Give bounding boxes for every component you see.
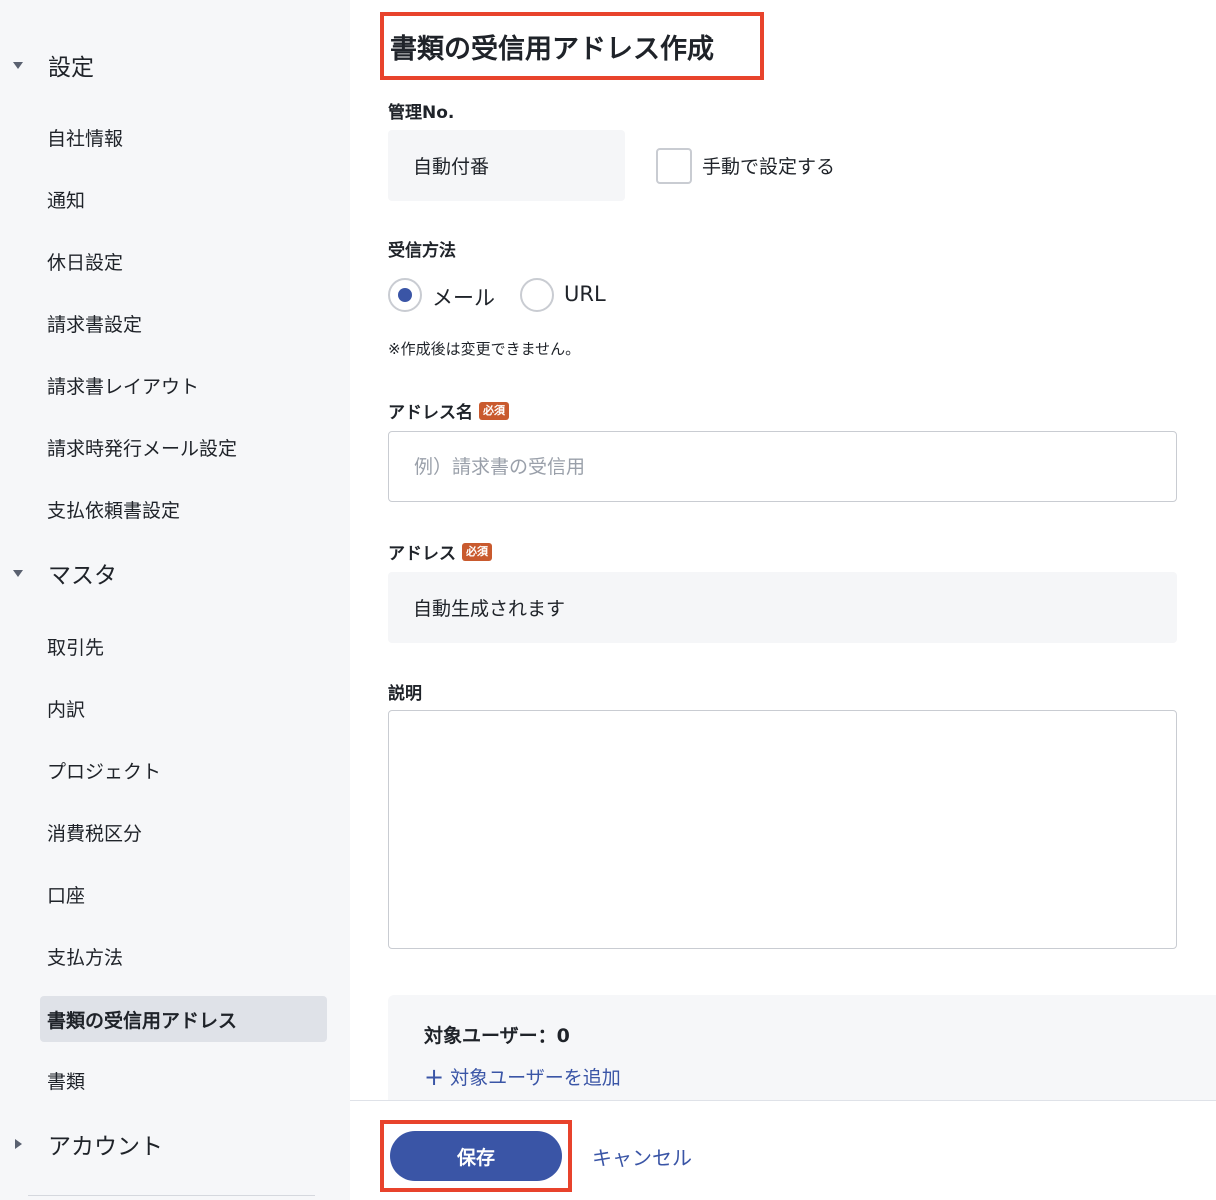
target-users-count: 対象ユーザー：0	[424, 1025, 570, 1047]
plus-icon: +	[424, 1062, 445, 1091]
sidebar-item-invoice-settings[interactable]: 請求書設定	[40, 300, 327, 346]
address-name-label: アドレス名 必須	[388, 398, 509, 423]
sidebar-section-label: アカウント	[48, 1134, 163, 1160]
address-label: アドレス 必須	[388, 539, 492, 564]
sidebar-section-settings[interactable]: 設定	[0, 45, 350, 85]
required-badge: 必須	[479, 401, 509, 420]
sidebar-item-documents[interactable]: 書類	[40, 1057, 327, 1103]
manual-setting-label[interactable]: 手動で設定する	[702, 152, 835, 179]
management-no-field: 自動付番	[388, 130, 625, 201]
sidebar-section-account[interactable]: アカウント	[0, 1124, 350, 1164]
address-name-label-text: アドレス名	[388, 403, 473, 423]
add-target-users-link[interactable]: + 対象ユーザーを追加	[424, 1063, 621, 1090]
main-content: 書類の受信用アドレス作成 管理No. 自動付番 手動で設定する 受信方法 メール…	[350, 0, 1216, 1200]
sidebar-item-breakdown[interactable]: 内訳	[40, 685, 327, 731]
sidebar-item-company-info[interactable]: 自社情報	[40, 114, 327, 160]
sidebar-item-bank-accounts[interactable]: 口座	[40, 871, 327, 917]
radio-url[interactable]	[520, 278, 554, 312]
sidebar-item-invoice-email-settings[interactable]: 請求時発行メール設定	[40, 424, 327, 470]
address-field: 自動生成されます	[388, 572, 1177, 643]
radio-email[interactable]	[388, 278, 422, 312]
required-badge: 必須	[462, 542, 492, 561]
sidebar-item-document-receiving-address[interactable]: 書類の受信用アドレス	[40, 996, 327, 1042]
radio-selected-dot	[398, 288, 412, 302]
description-textarea[interactable]	[388, 710, 1177, 949]
cancel-button[interactable]: キャンセル	[592, 1142, 692, 1171]
form-footer: 保存 キャンセル	[350, 1100, 1216, 1200]
sidebar-divider	[28, 1195, 315, 1196]
receive-method-note: ※作成後は変更できません。	[388, 340, 581, 358]
receive-method-label: 受信方法	[388, 241, 456, 261]
sidebar-item-payment-request-settings[interactable]: 支払依頼書設定	[40, 486, 327, 532]
sidebar-section-label: 設定	[48, 55, 94, 81]
radio-url-label[interactable]: URL	[564, 282, 606, 306]
sidebar-section-label: マスタ	[48, 563, 117, 589]
chevron-down-icon	[12, 59, 24, 71]
sidebar-item-partners[interactable]: 取引先	[40, 623, 327, 669]
sidebar-item-invoice-layout[interactable]: 請求書レイアウト	[40, 362, 327, 408]
chevron-right-icon	[12, 1138, 24, 1150]
address-label-text: アドレス	[388, 544, 456, 564]
sidebar: 設定 自社情報 通知 休日設定 請求書設定 請求書レイアウト 請求時発行メール設…	[0, 0, 350, 1200]
chevron-down-icon	[12, 567, 24, 579]
sidebar-item-notifications[interactable]: 通知	[40, 176, 327, 222]
sidebar-item-projects[interactable]: プロジェクト	[40, 747, 327, 793]
management-no-label: 管理No.	[388, 103, 455, 123]
add-target-users-label: 対象ユーザーを追加	[450, 1067, 621, 1089]
sidebar-section-master[interactable]: マスタ	[0, 553, 350, 593]
target-users-panel: 対象ユーザー：0 + 対象ユーザーを追加	[388, 995, 1216, 1105]
manual-setting-checkbox[interactable]	[656, 148, 692, 184]
page-title: 書類の受信用アドレス作成	[390, 33, 714, 65]
title-highlight: 書類の受信用アドレス作成	[380, 12, 764, 80]
sidebar-item-holiday-settings[interactable]: 休日設定	[40, 238, 327, 284]
radio-email-label[interactable]: メール	[432, 282, 495, 312]
save-button[interactable]: 保存	[390, 1131, 562, 1181]
sidebar-item-tax-categories[interactable]: 消費税区分	[40, 809, 327, 855]
description-label: 説明	[388, 684, 422, 704]
address-name-input[interactable]	[388, 431, 1177, 502]
sidebar-item-payment-methods[interactable]: 支払方法	[40, 933, 327, 979]
